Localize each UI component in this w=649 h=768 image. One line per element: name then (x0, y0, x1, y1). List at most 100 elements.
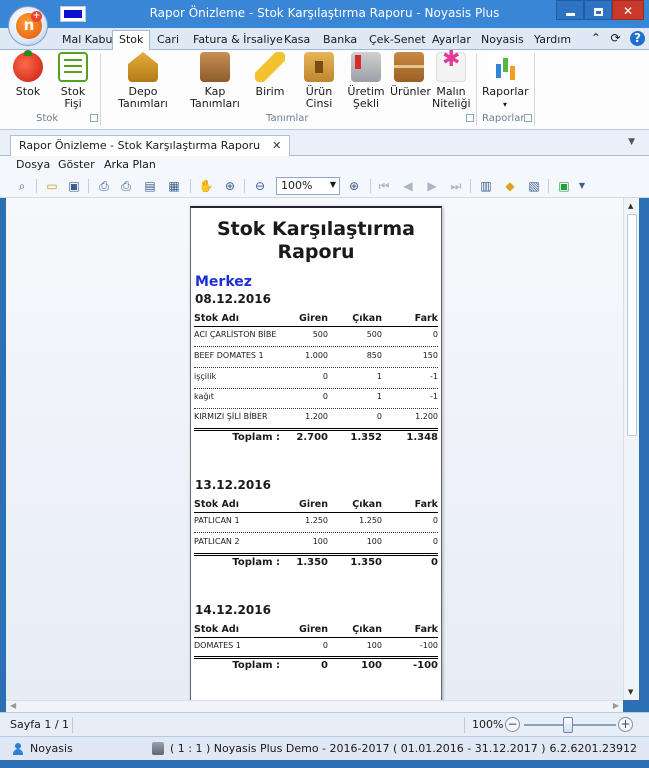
chart-icon (490, 52, 520, 82)
quick-access-icon[interactable] (60, 6, 86, 22)
zoom-slider-thumb[interactable] (563, 717, 573, 733)
tab-banka[interactable]: Banka (323, 31, 357, 50)
minimize-icon (565, 13, 575, 16)
save-icon[interactable]: ▣ (66, 178, 82, 194)
menu-dosya[interactable]: Dosya (16, 158, 50, 171)
dropdown-arrow-icon: ▾ (502, 100, 507, 109)
section-date: 14.12.2016 (195, 603, 271, 617)
list-icon (58, 52, 88, 82)
table-row: PATLICAN 2 100 100 0 (194, 537, 438, 546)
vertical-scrollbar[interactable]: ▲ ▼ (623, 198, 639, 700)
first-page-icon[interactable]: ⏮ (376, 178, 392, 194)
page-setup-icon[interactable]: ▤ (142, 178, 158, 194)
export-dropdown-icon[interactable]: ▼ (574, 178, 590, 194)
menu-arka-plan[interactable]: Arka Plan (104, 158, 156, 171)
ribbon: Stok Stok Fişi Depo Tanımları Kap Tanıml… (0, 50, 649, 130)
stok-button[interactable]: Stok (12, 50, 44, 98)
tab-fatura-irsaliye[interactable]: Fatura & İrsaliye (193, 31, 283, 50)
find-icon[interactable]: ⌕ (14, 178, 30, 194)
total-divider (194, 428, 438, 431)
section-date: 13.12.2016 (195, 478, 271, 492)
minimize-button[interactable] (556, 0, 584, 20)
scale-icon[interactable]: ▦ (166, 178, 182, 194)
scroll-up-icon[interactable]: ▲ (628, 202, 633, 210)
stok-fisi-button[interactable]: Stok Fişi (52, 52, 94, 110)
depo-tanimlari-button[interactable]: Depo Tanımları (108, 52, 178, 110)
ribbon-tabs: Mal Kabul Stok Cari Fatura & İrsaliye Ka… (0, 28, 649, 51)
birim-button[interactable]: Birim (254, 52, 286, 98)
total-row: Toplam : 0 100 -100 (232, 660, 438, 671)
menu-goster[interactable]: Göster (58, 158, 95, 171)
kap-tanimlari-button[interactable]: Kap Tanımları (184, 52, 246, 110)
product-icon (304, 52, 334, 82)
close-tab-icon[interactable]: ✕ (272, 139, 281, 152)
quick-print-icon[interactable]: ⎙ (118, 178, 134, 194)
version: 6.2.6201.23912 (549, 742, 637, 755)
raporlar-button[interactable]: Raporlar ▾ (482, 52, 529, 111)
total-row: Toplam : 2.700 1.352 1.348 (232, 432, 438, 443)
table-header: Stok Adı Giren Çıkan Fark (194, 624, 438, 638)
preview-canvas[interactable]: Stok Karşılaştırma Raporu Merkez 08.12.2… (6, 198, 623, 700)
section-date: 08.12.2016 (195, 292, 271, 306)
refresh-icon[interactable]: ⟳ (610, 31, 620, 45)
factory-icon (351, 52, 381, 82)
magnifier-icon[interactable]: ⊕ (222, 178, 238, 194)
scroll-left-icon[interactable]: ◀ (10, 701, 16, 710)
open-icon[interactable]: ▭ (44, 178, 60, 194)
group-label-raporlar: Raporlar (482, 113, 525, 124)
tab-kasa[interactable]: Kasa (284, 31, 310, 50)
group-launcher-icon[interactable] (90, 114, 98, 122)
zoom-select[interactable]: 100% ▼ (276, 177, 340, 195)
group-separator (100, 54, 101, 126)
hand-tool-icon[interactable]: ✋ (198, 178, 214, 194)
close-icon: ✕ (622, 4, 634, 18)
collapse-ribbon-icon[interactable]: ⌃ (591, 31, 601, 45)
next-page-icon[interactable]: ▶ (424, 178, 440, 194)
export-icon[interactable]: ▣ (556, 178, 572, 194)
tab-list-chevron-icon[interactable]: ▼ (628, 137, 635, 147)
print-icon[interactable]: ⎙ (96, 178, 112, 194)
group-separator (534, 54, 535, 126)
scroll-down-icon[interactable]: ▼ (628, 688, 633, 696)
last-page-icon[interactable]: ⏭ (448, 178, 464, 194)
urun-cinsi-button[interactable]: Ürün Cinsi (294, 52, 344, 110)
previous-page-icon[interactable]: ◀ (400, 178, 416, 194)
tab-rapor-onizleme[interactable]: Rapor Önizleme - Stok Karşılaştırma Rapo… (10, 135, 291, 156)
uretim-sekli-button[interactable]: Üretim Şekli (347, 52, 385, 110)
branch-name: Merkez (195, 274, 252, 290)
tab-cari[interactable]: Cari (157, 31, 179, 50)
total-divider (194, 553, 438, 556)
scroll-right-icon[interactable]: ▶ (613, 701, 619, 710)
table-row: işçilik 0 1 -1 (194, 372, 438, 381)
window-title: Rapor Önizleme - Stok Karşılaştırma Rapo… (149, 6, 500, 20)
close-button[interactable]: ✕ (612, 0, 644, 20)
malin-niteligi-button[interactable]: Malın Niteliği (432, 52, 471, 110)
tomato-icon (13, 50, 43, 82)
preview-menu-bar: Dosya Göster Arka Plan (0, 156, 649, 174)
tab-mal-kabul[interactable]: Mal Kabul (62, 31, 116, 50)
box-icon (200, 52, 230, 82)
help-icon[interactable]: ? (630, 31, 645, 46)
chevron-down-icon: ▼ (329, 180, 336, 189)
horizontal-scrollbar[interactable]: ◀ ▶ (6, 700, 623, 712)
maximize-button[interactable] (584, 0, 612, 20)
status-bar: Sayfa 1 / 1 100% − + (0, 712, 649, 736)
urunler-button[interactable]: Ürünler (390, 52, 431, 98)
table-row: KIRMIZI ŞİLİ BİBER 1.200 0 1.200 (194, 412, 438, 421)
application-menu-button[interactable]: n + (8, 6, 48, 46)
zoom-in-button[interactable]: + (618, 717, 633, 732)
watermark-icon[interactable]: ▧ (526, 178, 542, 194)
tab-yardim[interactable]: Yardım (534, 31, 571, 50)
multiple-pages-icon[interactable]: ▥ (478, 178, 494, 194)
zoom-in-icon[interactable]: ⊕ (346, 178, 362, 194)
group-launcher-icon[interactable] (524, 114, 532, 122)
group-launcher-icon[interactable] (466, 114, 474, 122)
tab-noyasis[interactable]: Noyasis (481, 31, 524, 50)
background-color-icon[interactable]: ◆ (502, 178, 518, 194)
zoom-out-icon[interactable]: ⊖ (252, 178, 268, 194)
scroll-thumb[interactable] (627, 214, 637, 436)
zoom-percent: 100% (472, 718, 504, 731)
zoom-out-button[interactable]: − (505, 717, 520, 732)
tab-stok[interactable]: Stok (112, 30, 151, 51)
tab-cek-senet[interactable]: Çek-Senet (369, 31, 426, 50)
